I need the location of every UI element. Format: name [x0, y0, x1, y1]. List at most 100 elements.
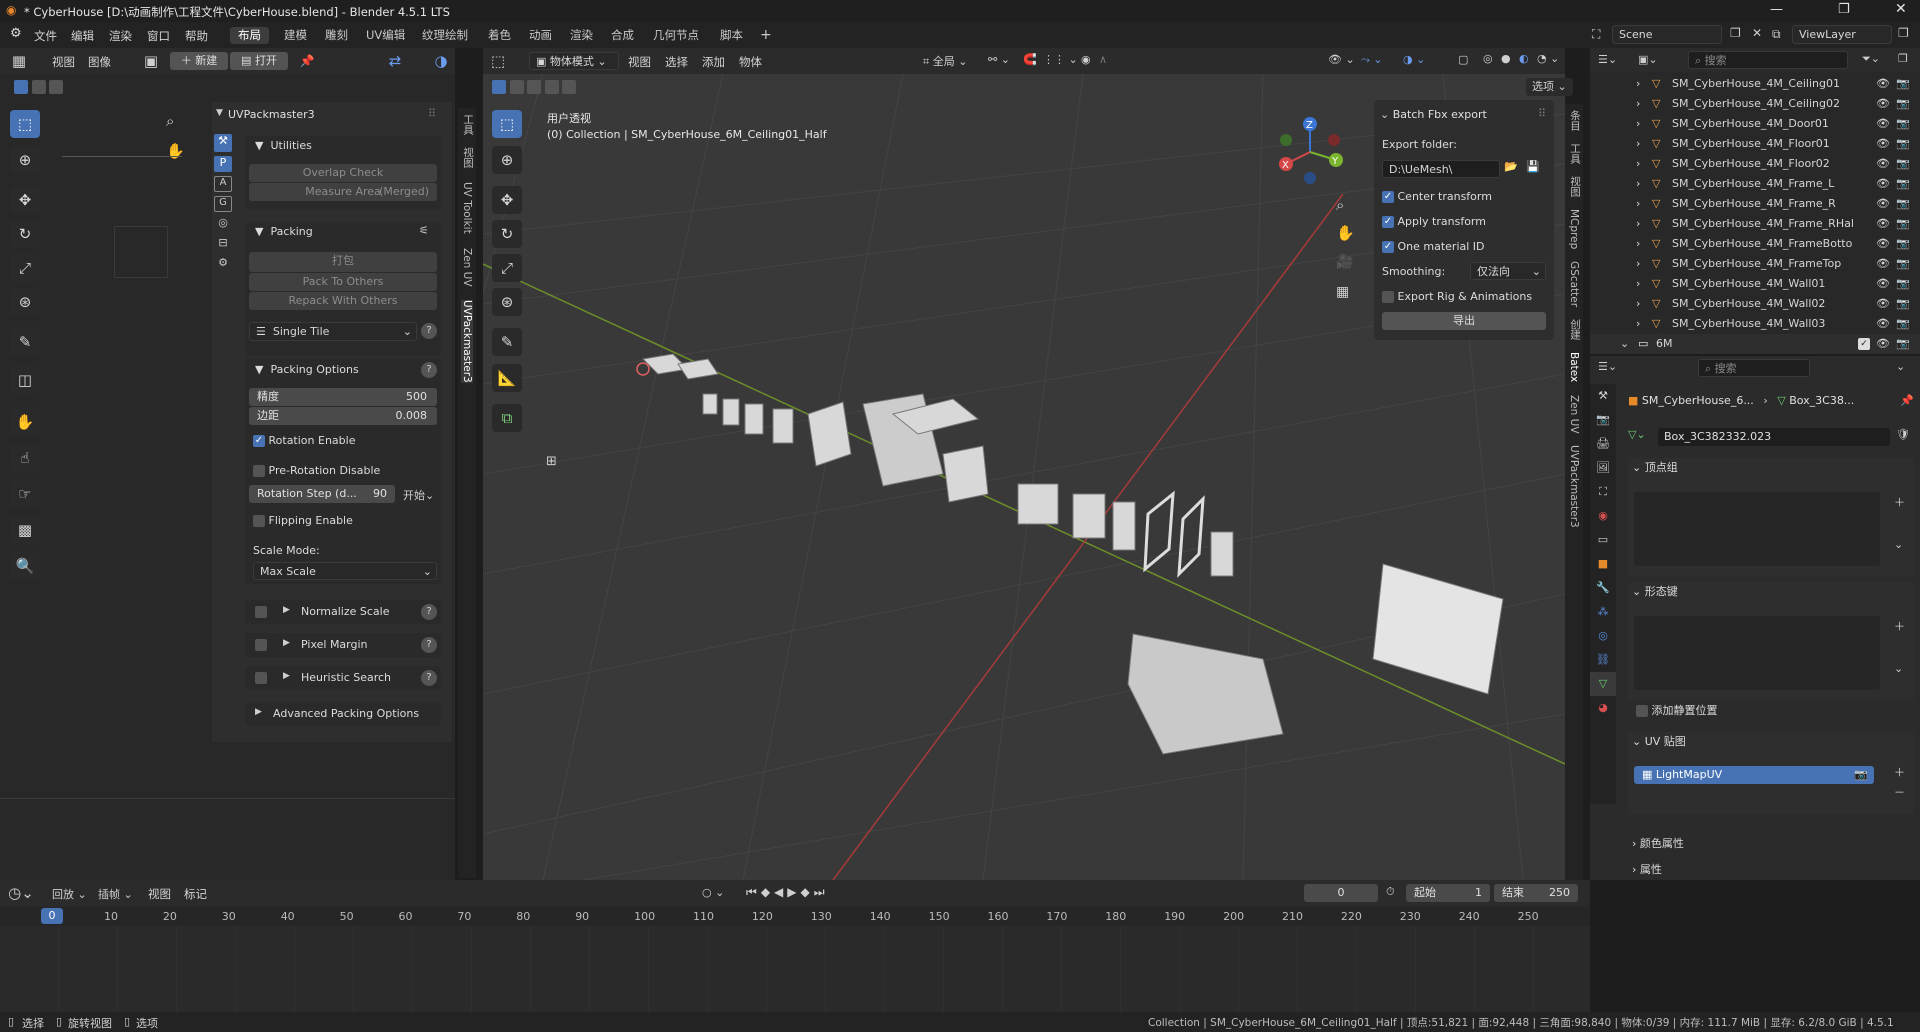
expand-icon[interactable]: ›	[1636, 294, 1640, 314]
uvpm-tools-tab-icon[interactable]: ⚒	[214, 134, 232, 152]
open-image-button[interactable]: ▤ 打开	[230, 52, 288, 70]
add-uv-map-icon[interactable]: ＋	[1894, 764, 1905, 780]
output-tab-icon[interactable]: 🖨	[1590, 432, 1616, 456]
one-material-checkbox[interactable]: One material ID	[1382, 240, 1485, 253]
normalize-scale-help-icon[interactable]: ?	[421, 604, 437, 620]
visibility-icon[interactable]: 👁	[1876, 294, 1890, 314]
uvpm-tab-g[interactable]: G	[214, 196, 232, 212]
add-rest-position-checkbox[interactable]: 添加静置位置	[1636, 702, 1718, 718]
render-icon[interactable]: 📷	[1896, 294, 1910, 314]
next-keyframe-icon[interactable]: ◆	[801, 885, 814, 899]
vp-select-box-tool[interactable]: ⬚	[492, 110, 522, 138]
vp-vtab-batex[interactable]: Batex	[1568, 352, 1580, 382]
scene-tab-icon[interactable]: ⛶	[1590, 480, 1616, 504]
packing-presets-icon[interactable]: ⚟	[419, 224, 429, 237]
vp-measure-tool[interactable]: 📐	[492, 364, 522, 392]
playhead-frame[interactable]: 0	[41, 908, 63, 924]
relax-tool[interactable]: ☝	[10, 444, 40, 472]
new-collection-icon[interactable]: ❐	[1898, 52, 1908, 65]
menu-file[interactable]: 文件	[34, 28, 57, 44]
vertex-groups-header[interactable]: ⌄ 顶点组	[1628, 458, 1914, 478]
uv-menu-image[interactable]: 图像	[88, 54, 111, 70]
rotation-enable-checkbox[interactable]: Rotation Enable	[253, 434, 355, 447]
export-rig-checkbox[interactable]: Export Rig & Animations	[1382, 290, 1532, 303]
render-icon[interactable]: 📷	[1896, 74, 1910, 94]
overlays-icon[interactable]: ◑ ⌄	[1403, 53, 1425, 66]
mode-dropdown[interactable]: ▣ 物体模式 ⌄	[529, 52, 619, 70]
smoothing-dropdown[interactable]: 仅法向 ⌄	[1470, 262, 1546, 280]
play-reverse-icon[interactable]: ◀	[774, 885, 787, 899]
vp-zoom-icon[interactable]: ⌕	[1336, 196, 1344, 214]
mesh-browse-icon[interactable]: ▽⌄	[1628, 428, 1646, 441]
uv-map-item[interactable]: ▦ LightMapUV 📷	[1634, 766, 1874, 784]
collection-include-checkbox[interactable]: ✓	[1858, 338, 1870, 350]
tab-modeling[interactable]: 建模	[276, 27, 315, 44]
render-icon[interactable]: 📷	[1896, 114, 1910, 134]
jump-end-icon[interactable]: ⏭	[814, 885, 829, 899]
xray-icon[interactable]: ▢	[1458, 53, 1468, 66]
menu-window[interactable]: 窗口	[147, 28, 170, 44]
expand-icon[interactable]: ›	[1636, 234, 1640, 254]
viewport-select-mode-icons[interactable]	[492, 80, 582, 96]
navigation-gizmo[interactable]: Z Y X	[1272, 112, 1350, 190]
preview-range-icon[interactable]: ⏱	[1386, 885, 1395, 899]
visibility-icon[interactable]: 👁 ⌄	[1328, 53, 1355, 66]
add-shape-key-icon[interactable]: ＋	[1894, 618, 1905, 634]
expand-icon[interactable]: ›	[1636, 114, 1640, 134]
world-tab-icon[interactable]: ◉	[1590, 504, 1616, 528]
grab-tool[interactable]: ✋	[10, 408, 40, 436]
remove-uv-map-icon[interactable]: －	[1894, 784, 1905, 800]
physics-tab-icon[interactable]: ◎	[1590, 624, 1616, 648]
select-box-tool[interactable]: ⬚	[10, 110, 40, 138]
expand-icon[interactable]: ›	[1636, 194, 1640, 214]
expand-icon[interactable]: ›	[1636, 74, 1640, 94]
timeline-editor-icon[interactable]: ◷⌄	[8, 880, 34, 906]
uv-vtab-tool[interactable]: 工具	[461, 114, 476, 135]
viewport-menu-object[interactable]: 物体	[739, 54, 762, 70]
new-image-button[interactable]: ＋ 新建	[170, 52, 228, 70]
vertex-groups-list[interactable]	[1634, 492, 1880, 566]
zoom-tool[interactable]: 🔍	[10, 552, 40, 580]
shading-solid-icon[interactable]: ●	[1501, 52, 1511, 65]
visibility-icon[interactable]: 👁	[1876, 74, 1890, 94]
shape-keys-header[interactable]: ⌄ 形态键	[1628, 582, 1914, 602]
vp-transform-tool[interactable]: ⊛	[492, 288, 522, 316]
measure-area-button[interactable]: Measure Area (Merged)	[249, 183, 437, 201]
drag-handle-icon[interactable]: ⠿	[428, 107, 436, 120]
packing-options-header[interactable]: ▼ Packing Options	[245, 360, 441, 380]
tab-shading[interactable]: 着色	[480, 27, 519, 44]
cursor-tool[interactable]: ⊕	[10, 146, 40, 174]
vp-pan-icon[interactable]: ✋	[1336, 224, 1355, 242]
shape-key-menu-icon[interactable]: ⌄	[1894, 662, 1903, 675]
zoom-view-icon[interactable]: ⌕	[166, 112, 174, 130]
vp-rotate-tool[interactable]: ↻	[492, 220, 522, 248]
tab-geometry-nodes[interactable]: 几何节点	[645, 27, 707, 44]
scale-mode-dropdown[interactable]: Max Scale ⌄	[253, 562, 437, 580]
visibility-icon[interactable]: 👁	[1876, 234, 1890, 254]
pack-to-others-button[interactable]: Pack To Others	[249, 273, 437, 291]
center-transform-checkbox[interactable]: Center transform	[1382, 190, 1492, 203]
vp-vtab-item[interactable]: 条目	[1568, 110, 1583, 131]
viewport-menu-view[interactable]: 视图	[628, 54, 651, 70]
add-workspace-button[interactable]: +	[752, 27, 780, 44]
tab-texture-paint[interactable]: 纹理绘制	[414, 27, 476, 44]
render-icon[interactable]: 📷	[1896, 194, 1910, 214]
mesh-name-field[interactable]: Box_3C382332.023	[1658, 428, 1890, 446]
render-icon[interactable]: 📷	[1896, 314, 1910, 334]
visibility-icon[interactable]: 👁	[1876, 194, 1890, 214]
rotation-step-start-dropdown[interactable]: 开始⌄	[403, 487, 434, 503]
visibility-icon[interactable]: 👁	[1876, 274, 1890, 294]
visibility-icon[interactable]: 👁	[1876, 154, 1890, 174]
vp-vtab-gscatter[interactable]: GScatter	[1568, 261, 1580, 307]
menu-help[interactable]: 帮助	[185, 28, 208, 44]
pin-properties-icon[interactable]: 📌	[1900, 394, 1914, 407]
tab-uv-editing[interactable]: UV编辑	[358, 27, 413, 44]
render-icon[interactable]: 📷	[1896, 214, 1910, 234]
shading-material-icon[interactable]: ◐	[1519, 52, 1529, 65]
vertex-group-menu-icon[interactable]: ⌄	[1894, 538, 1903, 551]
visibility-icon[interactable]: 👁	[1876, 174, 1890, 194]
vp-camera-icon[interactable]: 🎥	[1336, 254, 1353, 270]
expand-icon[interactable]: ›	[1636, 254, 1640, 274]
maximize-icon[interactable]: ❐	[1838, 2, 1850, 17]
vp-annotate-tool[interactable]: ✎	[492, 328, 522, 356]
